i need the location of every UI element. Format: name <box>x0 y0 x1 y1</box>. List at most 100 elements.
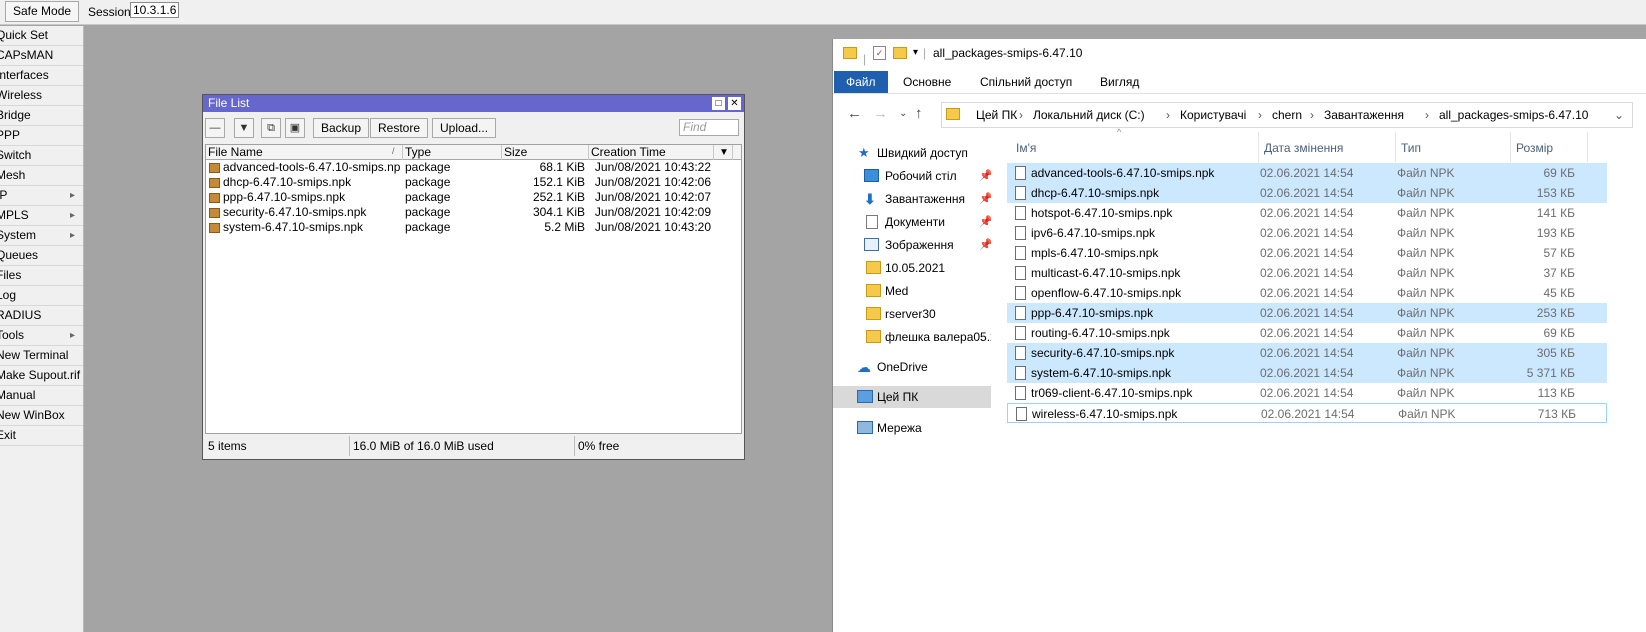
close-icon[interactable]: ✕ <box>728 97 741 110</box>
nav-item-onedrive[interactable]: ☁ OneDrive <box>833 356 991 378</box>
table-row[interactable]: dhcp-6.47.10-smips.npk package 152.1 KiB Ju… <box>206 175 741 190</box>
copy-icon[interactable]: ⧉ <box>261 118 281 138</box>
list-item[interactable]: advanced-tools-6.47.10-smips.npk 02.06.20… <box>1007 163 1607 183</box>
chevron-right-icon[interactable]: › <box>1019 103 1023 127</box>
col-file-name[interactable]: File Name <box>206 145 403 160</box>
menu-item[interactable]: Exit <box>0 426 83 446</box>
backup-button[interactable]: Backup <box>313 118 370 138</box>
pin-icon[interactable]: 📌 <box>979 211 991 233</box>
menu-item[interactable]: New WinBox <box>0 406 83 426</box>
nav-item-this-pc[interactable]: Цей ПК <box>833 386 991 408</box>
table-row[interactable]: ppp-6.47.10-smips.npk package 252.1 KiB Jun… <box>206 190 741 205</box>
recent-locations-icon[interactable]: ⌄ <box>899 108 907 119</box>
menu-item[interactable]: Bridge <box>0 106 83 126</box>
tab-view[interactable]: Вигляд <box>1088 71 1151 93</box>
list-item[interactable]: multicast-6.47.10-smips.npk 02.06.2021 14… <box>1007 263 1607 283</box>
menu-item[interactable]: Interfaces <box>0 66 83 86</box>
breadcrumb-item[interactable]: all_packages-smips-6.47.10 <box>1439 103 1588 127</box>
menu-item[interactable]: Tools ▸ <box>0 326 83 346</box>
menu-item[interactable]: MPLS ▸ <box>0 206 83 226</box>
list-item[interactable]: wireless-6.47.10-smips.npk 02.06.2021 14:… <box>1007 403 1607 423</box>
back-arrow-icon[interactable]: ← <box>847 105 862 122</box>
nav-item-documents[interactable]: Документи 📌 <box>833 211 991 233</box>
nav-item-network[interactable]: Мережа <box>833 417 991 439</box>
table-row[interactable]: advanced-tools-6.47.10-smips.npk package 6… <box>206 160 741 175</box>
filter-icon[interactable]: ▼ <box>234 118 254 138</box>
tab-share[interactable]: Спільний доступ <box>968 71 1084 93</box>
menu-item[interactable]: Switch <box>0 146 83 166</box>
chevron-right-icon[interactable]: › <box>1310 103 1314 127</box>
nav-item-quick-access[interactable]: ★ Швидкий доступ <box>833 142 991 164</box>
menu-item[interactable]: Manual <box>0 386 83 406</box>
properties-icon[interactable]: ✓ <box>873 46 886 60</box>
menu-item[interactable]: RADIUS <box>0 306 83 326</box>
menu-item[interactable]: Log <box>0 286 83 306</box>
menu-item[interactable]: Wireless <box>0 86 83 106</box>
menu-item[interactable]: Quick Set <box>0 26 83 46</box>
breadcrumb-item[interactable]: Локальний диск (C:) <box>1033 103 1145 127</box>
col-name[interactable]: Ім'я <box>1016 137 1036 159</box>
menu-item[interactable]: New Terminal <box>0 346 83 366</box>
menu-item[interactable]: Mesh <box>0 166 83 186</box>
maximize-icon[interactable]: □ <box>712 97 725 110</box>
list-item[interactable]: dhcp-6.47.10-smips.npk 02.06.2021 14:54 Фа… <box>1007 183 1607 203</box>
column-menu-icon[interactable]: ▼ <box>714 145 733 160</box>
new-folder-icon[interactable] <box>893 47 907 59</box>
list-item[interactable]: openflow-6.47.10-smips.npk 02.06.2021 14:… <box>1007 283 1607 303</box>
column-divider[interactable] <box>1510 132 1511 162</box>
col-type[interactable]: Type <box>403 145 502 160</box>
column-divider[interactable] <box>1587 132 1588 162</box>
pin-icon[interactable]: 📌 <box>979 165 991 187</box>
tab-file[interactable]: Файл <box>834 71 888 93</box>
session-field[interactable]: 10.3.1.6 <box>130 2 180 18</box>
menu-item[interactable]: IP ▸ <box>0 186 83 206</box>
chevron-right-icon[interactable]: › <box>1258 103 1262 127</box>
list-item[interactable]: routing-6.47.10-smips.npk 02.06.2021 14:5… <box>1007 323 1607 343</box>
menu-item[interactable]: CAPsMAN <box>0 46 83 66</box>
file-list-titlebar[interactable]: File List □ ✕ <box>203 95 744 112</box>
menu-item[interactable]: Queues <box>0 246 83 266</box>
find-input[interactable]: Find <box>679 119 739 136</box>
col-date-modified[interactable]: Дата змінення <box>1264 137 1343 159</box>
list-item[interactable]: ipv6-6.47.10-smips.npk 02.06.2021 14:54 Фа… <box>1007 223 1607 243</box>
chevron-right-icon[interactable]: › <box>1425 103 1429 127</box>
col-size[interactable]: Розмір <box>1516 137 1553 159</box>
nav-item-folder[interactable]: 10.05.2021 <box>833 257 991 279</box>
nav-item-folder[interactable]: Med <box>833 280 991 302</box>
col-creation-time[interactable]: Creation Time <box>589 145 714 160</box>
pin-icon[interactable]: 📌 <box>979 188 991 210</box>
nav-item-pictures[interactable]: Зображення 📌 <box>833 234 991 256</box>
nav-item-folder[interactable]: rserver30 <box>833 303 991 325</box>
tab-home[interactable]: Основне <box>891 71 963 93</box>
breadcrumb-item[interactable]: Завантаження <box>1324 103 1404 127</box>
breadcrumb-item[interactable]: Цей ПК <box>976 103 1017 127</box>
breadcrumb-item[interactable]: chern <box>1272 103 1302 127</box>
restore-button[interactable]: Restore <box>370 118 429 138</box>
column-divider[interactable] <box>1395 132 1396 162</box>
nav-item-folder[interactable]: флешка валера05.2 <box>833 326 991 348</box>
menu-item[interactable]: Make Supout.rif <box>0 366 83 386</box>
forward-arrow-icon[interactable]: → <box>873 105 888 122</box>
menu-item[interactable]: Files <box>0 266 83 286</box>
address-bar[interactable]: Цей ПК › Локальний диск (C:) › Користувачі › c… <box>941 102 1633 128</box>
pin-icon[interactable]: 📌 <box>979 234 991 256</box>
chevron-right-icon[interactable]: › <box>1166 103 1170 127</box>
table-row[interactable]: security-6.47.10-smips.npk package 304.1 K… <box>206 205 741 220</box>
minus-icon[interactable]: — <box>205 118 225 138</box>
paste-icon[interactable]: ▣ <box>285 118 305 138</box>
upload-button[interactable]: Upload... <box>432 118 497 138</box>
list-item[interactable]: ppp-6.47.10-smips.npk 02.06.2021 14:54 Фай… <box>1007 303 1607 323</box>
menu-item[interactable]: PPP <box>0 126 83 146</box>
nav-item-downloads[interactable]: ⬇ Завантаження 📌 <box>833 188 991 210</box>
safe-mode-button[interactable]: Safe Mode <box>5 1 80 22</box>
up-arrow-icon[interactable]: ↑ <box>915 105 923 122</box>
menu-item[interactable]: System ▸ <box>0 226 83 246</box>
breadcrumb-item[interactable]: Користувачі <box>1180 103 1246 127</box>
nav-item-desktop[interactable]: Робочий стіл 📌 <box>833 165 991 187</box>
col-size[interactable]: Size <box>502 145 589 160</box>
list-item[interactable]: tr069-client-6.47.10-smips.npk 02.06.2021… <box>1007 383 1607 403</box>
col-type[interactable]: Тип <box>1401 137 1421 159</box>
list-item[interactable]: mpls-6.47.10-smips.npk 02.06.2021 14:54 Фа… <box>1007 243 1607 263</box>
table-row[interactable]: system-6.47.10-smips.npk package 5.2 MiB Ju… <box>206 220 741 235</box>
list-item[interactable]: hotspot-6.47.10-smips.npk 02.06.2021 14:5… <box>1007 203 1607 223</box>
